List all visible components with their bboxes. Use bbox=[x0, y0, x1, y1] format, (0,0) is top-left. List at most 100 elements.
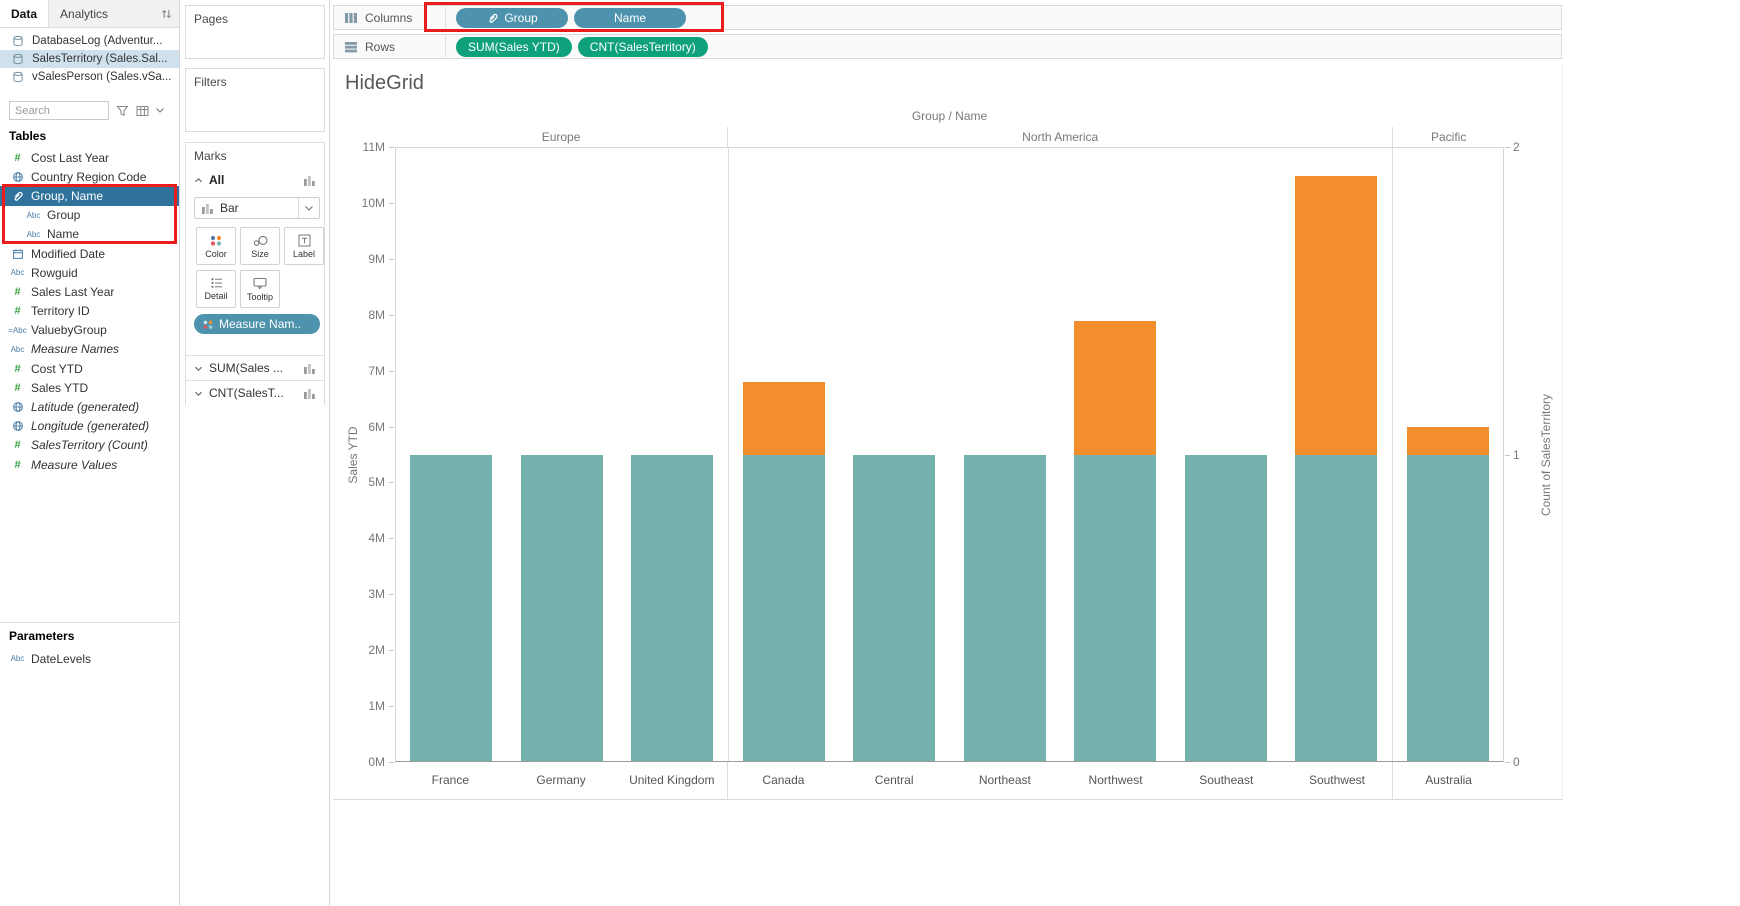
pill-cnt-salesterritory[interactable]: CNT(SalesTerritory) bbox=[578, 37, 708, 57]
field-salesterritory-count[interactable]: #SalesTerritory (Count) bbox=[0, 436, 179, 455]
category-label-northwest[interactable]: Northwest bbox=[1060, 762, 1171, 800]
category-label-france[interactable]: France bbox=[395, 762, 506, 800]
count-bar-france[interactable] bbox=[410, 455, 492, 762]
chevron-down-icon[interactable] bbox=[156, 108, 164, 113]
columns-shelf[interactable]: Columns GroupName bbox=[333, 5, 1562, 30]
field-longitude-generated[interactable]: Longitude (generated) bbox=[0, 417, 179, 436]
field-name[interactable]: AbcName bbox=[0, 225, 179, 244]
count-bar-germany[interactable] bbox=[521, 455, 603, 762]
chart-title: Group / Name bbox=[395, 109, 1504, 123]
category-label-australia[interactable]: Australia bbox=[1393, 762, 1504, 800]
category-label-southwest[interactable]: Southwest bbox=[1282, 762, 1393, 800]
number-icon: # bbox=[9, 363, 26, 375]
field-latitude-generated[interactable]: Latitude (generated) bbox=[0, 397, 179, 416]
category-label-germany[interactable]: Germany bbox=[506, 762, 617, 800]
data-source-databaselog-adventur[interactable]: DatabaseLog (Adventur... bbox=[0, 32, 179, 50]
pill-sum-sales-ytd[interactable]: SUM(Sales YTD) bbox=[456, 37, 572, 57]
rows-shelf[interactable]: Rows SUM(Sales YTD)CNT(SalesTerritory) bbox=[333, 34, 1562, 59]
tick-mark bbox=[389, 371, 394, 372]
field-measure-values[interactable]: #Measure Values bbox=[0, 455, 179, 474]
size-button[interactable]: Size bbox=[240, 227, 280, 265]
left-axis-tick-label: 6M bbox=[368, 420, 385, 434]
detail-button[interactable]: Detail bbox=[196, 270, 236, 308]
marks-section-cnt-salesterritory[interactable]: CNT(SalesT... bbox=[186, 380, 324, 405]
data-source-salesterritory-sales-sal[interactable]: SalesTerritory (Sales.Sal... bbox=[0, 50, 179, 68]
category-pane-europe: FranceGermanyUnited Kingdom bbox=[395, 762, 728, 800]
tab-data[interactable]: Data bbox=[0, 0, 49, 27]
category-label-united-kingdom[interactable]: United Kingdom bbox=[616, 762, 727, 800]
mark-type-dropdown[interactable]: Bar bbox=[194, 197, 320, 219]
field-rowguid[interactable]: AbcRowguid bbox=[0, 263, 179, 282]
field-country-region-code[interactable]: Country Region Code bbox=[0, 167, 179, 186]
bar-slot-northeast bbox=[950, 148, 1061, 761]
chevron-down-icon bbox=[194, 365, 203, 372]
chevron-down-icon bbox=[194, 390, 203, 397]
field-sales-last-year[interactable]: #Sales Last Year bbox=[0, 282, 179, 301]
field-territory-id[interactable]: #Territory ID bbox=[0, 302, 179, 321]
number-icon: # bbox=[9, 439, 26, 451]
data-source-label: DatabaseLog (Adventur... bbox=[32, 35, 162, 47]
filter-funnel-icon[interactable] bbox=[116, 105, 129, 117]
field-cost-last-year[interactable]: #Cost Last Year bbox=[0, 148, 179, 167]
field-measure-names[interactable]: AbcMeasure Names bbox=[0, 340, 179, 359]
view-as-grid-icon[interactable] bbox=[136, 105, 149, 117]
pane-header-north-america[interactable]: North America bbox=[728, 127, 1393, 147]
field-valuebygroup[interactable]: =AbcValuebyGroup bbox=[0, 321, 179, 340]
count-bar-canada[interactable] bbox=[743, 455, 825, 762]
category-label-central[interactable]: Central bbox=[839, 762, 950, 800]
pane-header-pacific[interactable]: Pacific bbox=[1393, 127, 1504, 147]
color-button[interactable]: Color bbox=[196, 227, 236, 265]
globe-icon bbox=[9, 401, 26, 413]
category-pane-pacific: Australia bbox=[1393, 762, 1504, 800]
label-button[interactable]: Label bbox=[284, 227, 324, 265]
field-group-name[interactable]: Group, Name bbox=[0, 186, 179, 205]
count-bar-southwest[interactable] bbox=[1295, 455, 1377, 762]
category-label-southeast[interactable]: Southeast bbox=[1171, 762, 1282, 800]
marks-all-row[interactable]: All bbox=[186, 170, 324, 190]
field-label: Sales YTD bbox=[31, 381, 88, 395]
swap-panes-icon[interactable] bbox=[161, 0, 179, 27]
category-label-canada[interactable]: Canada bbox=[728, 762, 839, 800]
cards-panel: Pages Filters Marks All Bar bbox=[180, 0, 330, 906]
field-datelevels[interactable]: AbcDateLevels bbox=[0, 649, 179, 668]
field-label: DateLevels bbox=[31, 652, 91, 666]
pages-shelf[interactable]: Pages bbox=[185, 5, 325, 59]
count-bar-southeast[interactable] bbox=[1185, 455, 1267, 762]
data-source-vsalesperson-sales-vsa[interactable]: vSalesPerson (Sales.vSa... bbox=[0, 68, 179, 86]
pill-name[interactable]: Name bbox=[574, 8, 686, 28]
detail-list-icon bbox=[210, 277, 223, 289]
tooltip-button[interactable]: Tooltip bbox=[240, 270, 280, 308]
left-axis: 0M1M2M3M4M5M6M7M8M9M10M11M bbox=[333, 147, 395, 762]
globe-icon bbox=[9, 171, 26, 183]
right-axis-tick-label: 1 bbox=[1513, 448, 1520, 462]
measure-names-pill[interactable]: Measure Nam.. bbox=[194, 314, 320, 334]
data-source-label: vSalesPerson (Sales.vSa... bbox=[32, 71, 171, 83]
filters-shelf[interactable]: Filters bbox=[185, 68, 325, 132]
count-bar-central[interactable] bbox=[853, 455, 935, 762]
field-sales-ytd[interactable]: # Sales YTD bbox=[0, 378, 179, 397]
category-label-northeast[interactable]: Northeast bbox=[950, 762, 1061, 800]
tick-mark bbox=[389, 650, 394, 651]
field-modified-date[interactable]: Modified Date bbox=[0, 244, 179, 263]
field-group[interactable]: AbcGroup bbox=[0, 206, 179, 225]
count-bar-australia[interactable] bbox=[1407, 455, 1489, 762]
tick-mark bbox=[1505, 455, 1510, 456]
count-bar-northeast[interactable] bbox=[964, 455, 1046, 762]
tooltip-button-label: Tooltip bbox=[247, 293, 273, 302]
field-label: Cost Last Year bbox=[31, 151, 109, 165]
marks-section-sum-sales[interactable]: SUM(Sales ... bbox=[186, 355, 324, 380]
search-input[interactable] bbox=[9, 101, 109, 120]
pane-header-europe[interactable]: Europe bbox=[395, 127, 728, 147]
tick-mark bbox=[389, 706, 394, 707]
number-icon: # bbox=[9, 382, 26, 394]
columns-pills: Group Name bbox=[446, 8, 686, 28]
count-bar-united-kingdom[interactable] bbox=[631, 455, 713, 762]
category-pane-north-america: CanadaCentralNortheastNorthwestSoutheast… bbox=[728, 762, 1393, 800]
field-cost-ytd[interactable]: #Cost YTD bbox=[0, 359, 179, 378]
bar-chart-icon bbox=[303, 388, 316, 399]
bar-slot-northwest bbox=[1060, 148, 1171, 761]
field-label: Country Region Code bbox=[31, 170, 146, 184]
pill-group[interactable]: Group bbox=[456, 8, 568, 28]
tab-analytics[interactable]: Analytics bbox=[49, 0, 161, 27]
count-bar-northwest[interactable] bbox=[1074, 455, 1156, 762]
